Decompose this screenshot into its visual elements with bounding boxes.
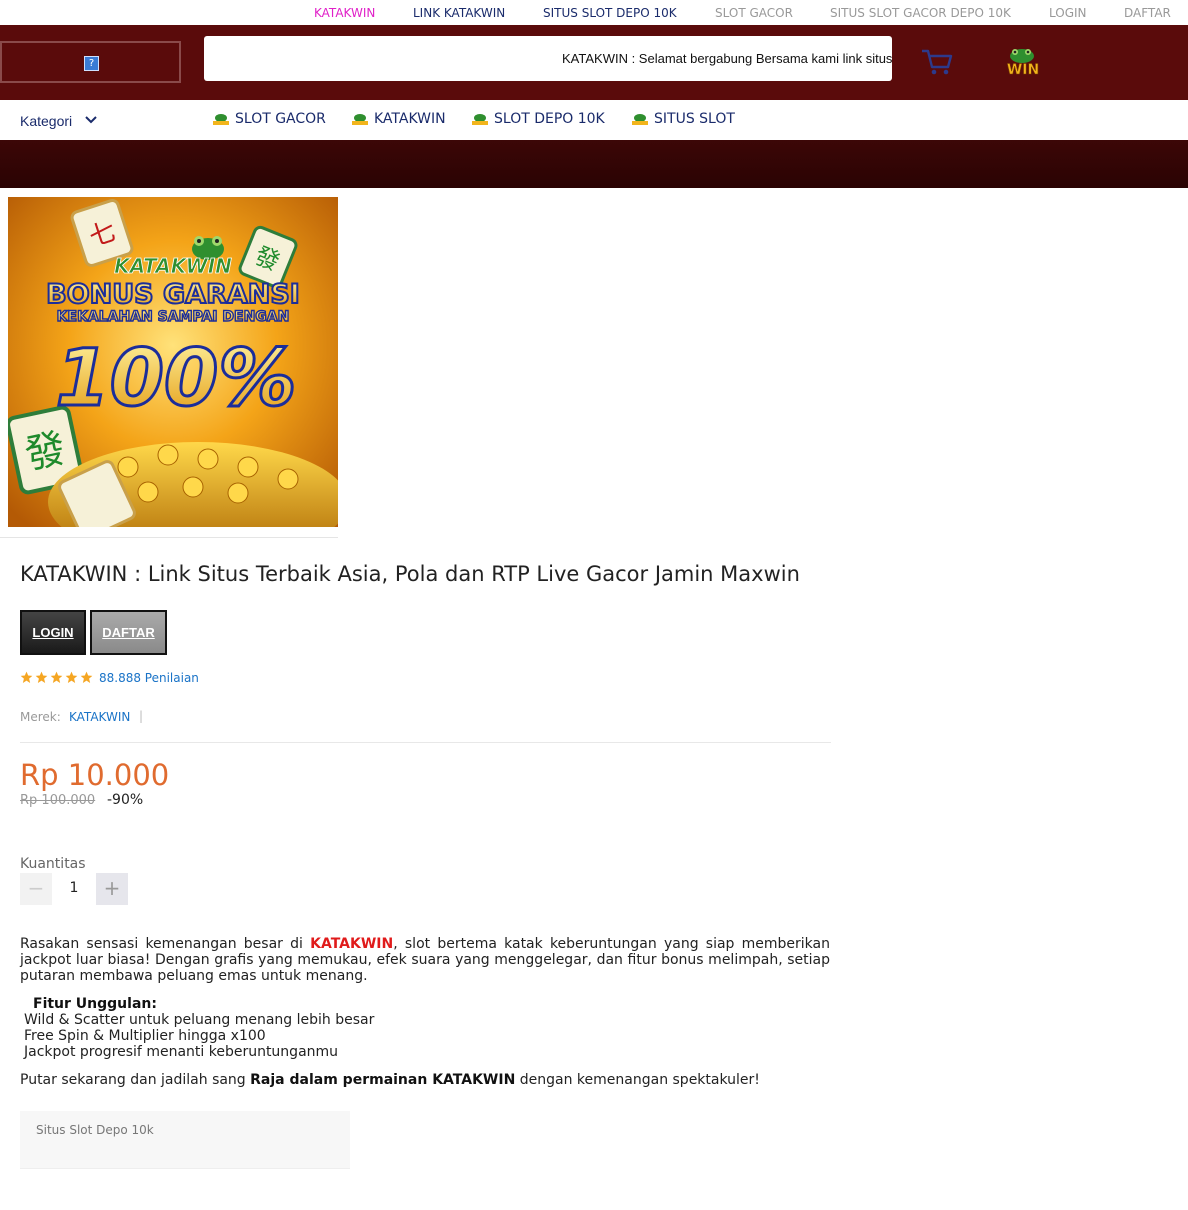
search-bar[interactable]: KATAKWIN : Selamat bergabung Bersama kam… <box>204 36 892 81</box>
top-link-daftar[interactable]: DAFTAR <box>1124 6 1171 20</box>
brand-link[interactable]: KATAKWIN <box>69 710 130 724</box>
description-brand: KATAKWIN <box>310 936 394 952</box>
frog-logo-icon <box>352 114 368 125</box>
original-price: Rp 100.000 <box>20 793 96 808</box>
top-link-link-katakwin[interactable]: LINK KATAKWIN <box>413 6 505 20</box>
banner-line-1: BONUS GARANSI <box>46 279 300 310</box>
description-text: Rasakan sensasi kemenangan besar di <box>20 936 311 952</box>
current-price: Rp 10.000 <box>20 758 170 792</box>
divider <box>0 537 338 538</box>
outro-bold: Raja dalam permainan KATAKWIN <box>250 1072 516 1088</box>
quantity-label: Kuantitas <box>20 856 86 872</box>
site-header: ? KATAKWIN : Selamat bergabung Bersama k… <box>0 25 1188 100</box>
category-nav: Kategori SLOT GACOR KATAKWIN SLOT DEPO 1… <box>0 100 1188 140</box>
nav-item-label: SITUS SLOT <box>654 111 735 127</box>
chevron-down-icon[interactable] <box>84 115 98 125</box>
nav-item-label: SLOT DEPO 10K <box>494 111 605 127</box>
tag-label: Situs Slot Depo 10k <box>36 1123 154 1137</box>
frog-logo-icon <box>213 114 229 125</box>
banner-line-2: KEKALAHAN SAMPAI DENGAN <box>57 309 290 325</box>
nav-item-slot-depo-10k[interactable]: SLOT DEPO 10K <box>469 111 605 127</box>
discount-badge: -90% <box>107 792 144 808</box>
dark-banner-band <box>0 140 1188 188</box>
rating-stars <box>20 671 93 684</box>
star-icon <box>80 671 93 684</box>
banner-percent: 100% <box>56 334 297 424</box>
top-link-slot-gacor[interactable]: SLOT GACOR <box>715 6 793 20</box>
rating-count-link[interactable]: 88.888 Penilaian <box>99 671 199 685</box>
banner-brand: KATAKWIN <box>114 254 232 278</box>
nav-item-situs-slot[interactable]: SITUS SLOT <box>629 111 735 127</box>
features-heading: Fitur Unggulan: <box>33 996 157 1012</box>
login-button[interactable]: LOGIN <box>20 610 86 655</box>
top-links-bar: KATAKWIN LINK KATAKWIN SITUS SLOT DEPO 1… <box>0 0 1188 25</box>
kategori-dropdown[interactable]: Kategori <box>20 113 72 129</box>
outro-paragraph: Putar sekarang dan jadilah sang Raja dal… <box>20 1072 760 1088</box>
nav-item-label: KATAKWIN <box>374 111 446 127</box>
header-brand-logo[interactable]: WIN <box>998 45 1048 79</box>
star-icon <box>35 671 48 684</box>
daftar-button[interactable]: DAFTAR <box>90 610 167 655</box>
star-icon <box>65 671 78 684</box>
brand-label: Merek: <box>20 710 61 724</box>
question-mark-icon: ? <box>84 56 99 71</box>
star-icon <box>50 671 63 684</box>
feature-item: Free Spin & Multiplier hingga x100 <box>24 1028 266 1044</box>
divider <box>20 742 831 743</box>
quantity-increase-button[interactable]: + <box>96 873 128 905</box>
quantity-input[interactable]: 1 <box>52 873 96 905</box>
description-paragraph: Rasakan sensasi kemenangan besar di KATA… <box>20 936 830 984</box>
top-link-situs-slot-depo[interactable]: SITUS SLOT DEPO 10K <box>543 6 677 20</box>
nav-item-katakwin[interactable]: KATAKWIN <box>349 111 446 127</box>
outro-text: dengan kemenangan spektakuler! <box>515 1072 760 1088</box>
quantity-decrease-button[interactable]: − <box>20 873 52 905</box>
feature-item: Jackpot progresif menanti keberuntunganm… <box>24 1044 339 1060</box>
top-link-katakwin[interactable]: KATAKWIN <box>314 6 375 20</box>
cart-icon[interactable] <box>920 47 954 77</box>
logo-text: WIN <box>1007 62 1039 78</box>
feature-item: Wild & Scatter untuk peluang menang lebi… <box>24 1012 375 1028</box>
header-logo-placeholder[interactable]: ? <box>0 41 181 83</box>
tag-box[interactable]: Situs Slot Depo 10k <box>20 1111 350 1169</box>
frog-logo-icon <box>632 114 648 125</box>
nav-item-slot-gacor[interactable]: SLOT GACOR <box>210 111 326 127</box>
frog-logo-icon <box>472 114 488 125</box>
product-banner-image[interactable]: 七 發 發 KATAKWIN BONUS GARANSI KEKALAHAN S… <box>8 197 338 527</box>
star-icon <box>20 671 33 684</box>
top-link-situs-slot-gacor-depo[interactable]: SITUS SLOT GACOR DEPO 10K <box>830 6 1011 20</box>
top-link-login[interactable]: LOGIN <box>1049 6 1087 20</box>
nav-item-label: SLOT GACOR <box>235 111 326 127</box>
outro-text: Putar sekarang dan jadilah sang <box>20 1072 251 1088</box>
brand-separator: | <box>139 709 144 723</box>
marquee-text: KATAKWIN : Selamat bergabung Bersama kam… <box>562 51 892 66</box>
product-title: KATAKWIN : Link Situs Terbaik Asia, Pola… <box>20 562 800 586</box>
